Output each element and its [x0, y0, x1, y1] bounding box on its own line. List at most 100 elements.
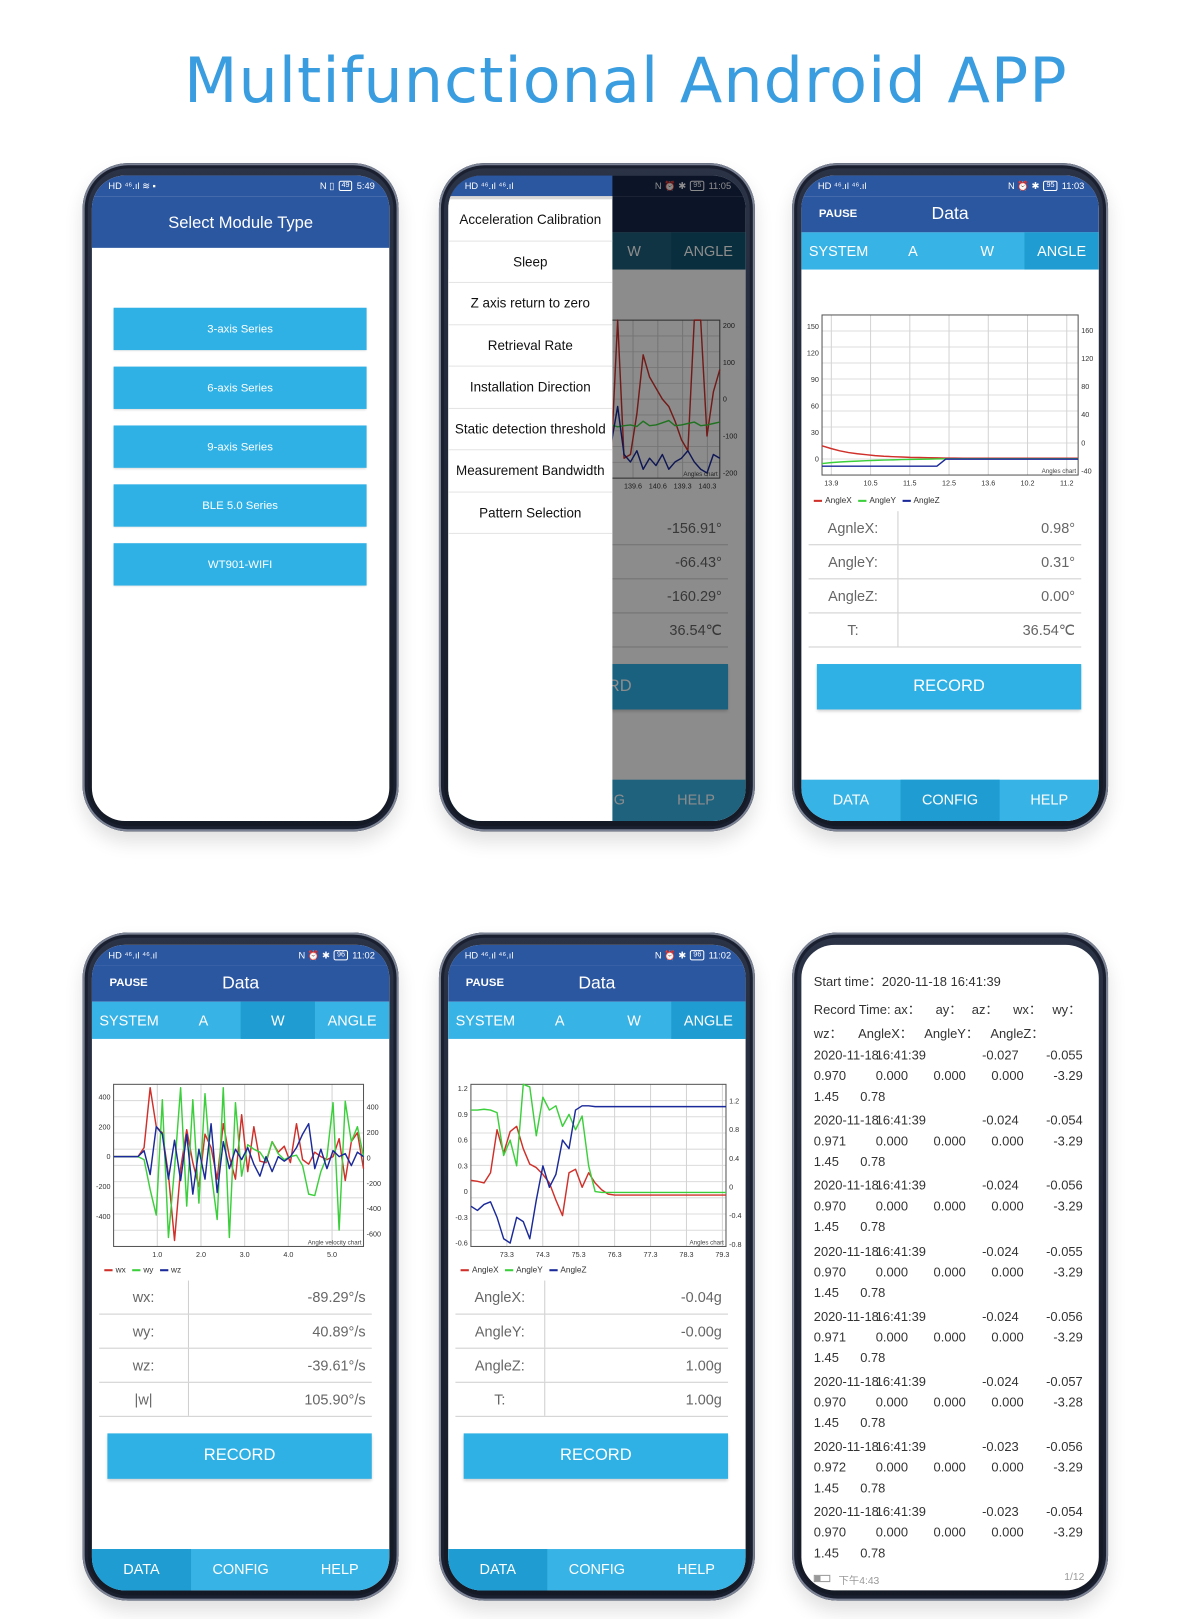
record-button[interactable]: RECORD	[816, 664, 1082, 710]
record-c2: -0.057	[1046, 1374, 1083, 1389]
menu-item[interactable]: Static detection threshold	[448, 408, 613, 451]
record-value: 0.000	[933, 1199, 966, 1214]
nav-data[interactable]: DATA	[801, 780, 900, 821]
row-label: AgnleX:	[809, 511, 899, 545]
bottom-nav: DATA CONFIG HELP	[801, 779, 1099, 821]
tab-bar: SYSTEM A W ANGLE	[91, 1001, 390, 1039]
menu-item[interactable]: Measurement Bandwidth	[448, 450, 613, 493]
record-value: -3.29	[1053, 1460, 1083, 1475]
nav-help[interactable]: HELP	[290, 1549, 389, 1590]
row-value: 105.90°/s	[304, 1391, 366, 1408]
record-value: 0.000	[991, 1068, 1024, 1084]
settings-drawer: Acceleration Calibration Sleep Z axis retu…	[448, 196, 613, 821]
y-right-tick-label: -0.8	[729, 1240, 741, 1249]
tab-a[interactable]: A	[166, 1002, 240, 1039]
module-button[interactable]: 6-axis Series	[113, 366, 367, 409]
legend-label: wz	[170, 1265, 182, 1275]
tab-system[interactable]: SYSTEM	[92, 1002, 166, 1039]
menu-item[interactable]: Z axis return to zero	[448, 283, 613, 325]
series-line-anglez	[822, 458, 1079, 467]
record-button[interactable]: RECORD	[107, 1433, 372, 1479]
legend-label: wy	[143, 1265, 154, 1275]
record-c1: -0.024	[982, 1113, 1019, 1128]
y-right-tick-label: -40	[1081, 466, 1091, 475]
nav-data[interactable]: DATA	[448, 1549, 548, 1591]
y-left-tick-label: -0.6	[455, 1239, 467, 1248]
tab-angle[interactable]: ANGLE	[671, 1001, 746, 1039]
tab-angle[interactable]: ANGLE	[1024, 232, 1099, 270]
row-value: 40.89°/s	[312, 1322, 366, 1340]
column-header: wx：	[1013, 1002, 1042, 1018]
bottom-nav: DATA CONFIG HELP	[448, 1549, 746, 1591]
nav-config[interactable]: CONFIG	[191, 1549, 290, 1590]
record-value: 0.971	[813, 1329, 847, 1345]
record-value: 0.000	[875, 1199, 909, 1214]
tab-w[interactable]: W	[597, 1002, 671, 1039]
y-left-tick-label: 0	[106, 1152, 110, 1161]
nav-help[interactable]: HELP	[646, 1549, 745, 1590]
nav-config[interactable]: CONFIG	[547, 1549, 646, 1590]
table-row: AngleY: -0.00g	[455, 1314, 729, 1349]
record-value: 0.000	[875, 1068, 909, 1084]
module-button[interactable]: BLE 5.0 Series	[113, 484, 367, 527]
tab-a[interactable]: A	[876, 232, 950, 269]
row-label: |w|	[99, 1382, 189, 1416]
nav-data[interactable]: DATA	[91, 1549, 192, 1591]
y-right-tick-label: 0.8	[729, 1125, 739, 1134]
y-left-tick-label: 0.6	[458, 1136, 468, 1145]
y-left-tick-label: -200	[96, 1182, 110, 1191]
module-button[interactable]: 3-axis Series	[113, 307, 367, 351]
record-value: 1.45	[813, 1220, 839, 1235]
module-button[interactable]: 9-axis Series	[113, 425, 367, 468]
table-row: wy: 40.89°/s	[99, 1314, 372, 1349]
module-button[interactable]: WT901-WIFI	[113, 543, 367, 586]
record-value: 0.000	[933, 1525, 966, 1541]
record-value: 0.000	[933, 1460, 966, 1475]
status-bar: HD ⁴⁶.ıl ≋ ▪ N ▯ 49 5:49	[91, 175, 390, 197]
record-entry: 2020-11-18 16:41:39 -0.024 -0.056 0.971 0.000…	[801, 1309, 1098, 1371]
menu-item[interactable]: Pattern Selection	[448, 492, 613, 534]
app-header: PAUSE Data	[448, 965, 746, 1002]
legend-label: AngleZ	[560, 1265, 587, 1275]
menu-item[interactable]: Sleep	[448, 241, 613, 283]
y-left-tick-label: 30	[811, 428, 819, 437]
x-tick-label: 10.5	[864, 478, 878, 487]
legend-swatch	[460, 1269, 469, 1272]
menu-item[interactable]: Installation Direction	[448, 367, 613, 409]
y-right-tick-label: 400	[367, 1103, 379, 1112]
status-left-icons: HD ⁴⁶.ıl ≋ ▪	[108, 180, 156, 191]
record-value: 0.000	[933, 1264, 966, 1280]
record-value: 0.970	[813, 1068, 847, 1084]
record-value: 1.45	[813, 1350, 839, 1366]
tab-system[interactable]: SYSTEM	[448, 1002, 522, 1039]
record-time: 16:41:39	[875, 1243, 926, 1259]
table-row: AgnleX: 0.98°	[808, 511, 1082, 546]
record-value: 1.45	[813, 1154, 839, 1170]
record-date: 2020-11-18	[813, 1243, 879, 1259]
record-value: 0.970	[813, 1395, 847, 1410]
nav-config[interactable]: CONFIG	[900, 779, 1000, 821]
record-date: 2020-11-18	[813, 1374, 879, 1389]
menu-item[interactable]: Retrieval Rate	[448, 325, 613, 367]
tab-w[interactable]: W	[240, 1001, 315, 1039]
legend-item: AngleZ	[548, 1265, 587, 1275]
record-value: 0.972	[813, 1460, 847, 1475]
row-label: T:	[455, 1382, 546, 1416]
data-table: AgnleX: 0.98° AngleY: 0.31° AngleZ: 0.00° T: 36…	[808, 511, 1082, 648]
record-value: 0.970	[813, 1199, 847, 1214]
table-row: wz: -39.61°/s	[99, 1348, 372, 1383]
nav-help[interactable]: HELP	[1000, 780, 1099, 821]
menu-item[interactable]: Acceleration Calibration	[448, 199, 613, 242]
column-header: az：	[971, 1002, 999, 1018]
table-row: T: 36.54℃	[808, 613, 1082, 648]
battery-icon: 49	[338, 180, 353, 192]
tab-w[interactable]: W	[950, 232, 1024, 269]
tab-angle[interactable]: ANGLE	[315, 1002, 389, 1039]
x-tick-label: 75.3	[572, 1250, 586, 1259]
x-tick-label: 11.2	[1060, 478, 1074, 487]
tab-system[interactable]: SYSTEM	[801, 232, 875, 269]
column-header: Record Time: ax：	[813, 1002, 921, 1018]
x-tick-label: 73.3	[500, 1250, 514, 1259]
record-button[interactable]: RECORD	[463, 1433, 729, 1479]
tab-a[interactable]: A	[523, 1002, 597, 1039]
